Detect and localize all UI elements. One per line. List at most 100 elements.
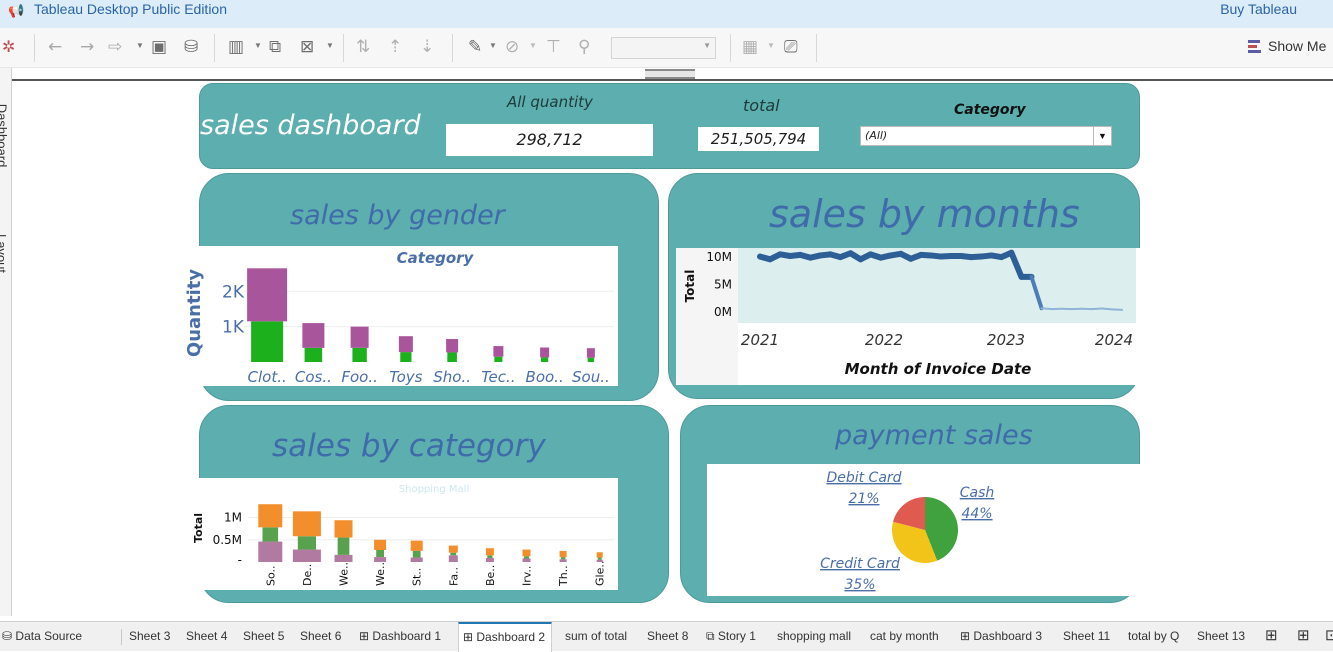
sort-asc-icon[interactable]: ⇡ <box>388 36 402 58</box>
bar-segment <box>523 550 531 557</box>
bar-segment <box>446 339 458 352</box>
duplicate-icon[interactable]: ⧉ <box>269 36 281 58</box>
new-worksheet-tab-icon[interactable]: ⊞ <box>1265 622 1278 652</box>
tab-cat-by-month[interactable]: cat by month <box>870 622 939 652</box>
show-me-button[interactable]: Show Me <box>1248 38 1326 54</box>
bar-segment <box>413 551 421 558</box>
bar-segment <box>302 323 324 348</box>
tab-dashboard-1[interactable]: ⊞ Dashboard 1 <box>359 622 441 652</box>
category-chart: Shopping MallTotal1M0.5M-So..De..We..We.… <box>186 478 618 590</box>
bar-segment <box>449 546 458 553</box>
line-segment <box>1112 309 1122 310</box>
replay-dropdown-icon[interactable]: ▼ <box>136 41 144 50</box>
new-worksheet-dropdown-icon[interactable]: ▼ <box>254 41 262 50</box>
tab-total-by-q[interactable]: total by Q <box>1128 622 1179 652</box>
swap-icon[interactable]: ⇅ <box>356 36 370 58</box>
clear-dropdown-icon[interactable]: ▼ <box>326 41 334 50</box>
toolbar-divider <box>452 34 453 62</box>
show-cards-icon[interactable]: ▦ <box>742 36 758 58</box>
bar-segment <box>305 348 323 362</box>
undo-icon[interactable]: ← <box>48 36 62 58</box>
bar-segment <box>560 551 567 557</box>
quantity-kpi-label: All quantity <box>507 93 593 111</box>
replay-icon[interactable]: ⇨ <box>108 36 122 58</box>
group-dropdown-icon[interactable]: ▼ <box>529 41 537 50</box>
toolbar-divider <box>214 34 215 62</box>
tab-shopping-mall[interactable]: shopping mall <box>777 622 851 652</box>
tab-sheet-5[interactable]: Sheet 5 <box>243 622 284 652</box>
x-tick-label: 2022 <box>865 331 903 349</box>
dashboard-icon: ⊞ <box>960 629 973 643</box>
new-story-tab-icon[interactable]: ⊡ <box>1325 622 1333 652</box>
redo-icon[interactable]: → <box>80 36 94 58</box>
buy-tableau-link[interactable]: Buy Tableau <box>1220 1 1297 17</box>
fit-dropdown[interactable]: ▼ <box>611 37 716 59</box>
bar-segment <box>541 357 548 362</box>
announcement-icon[interactable]: 📢 <box>8 3 24 19</box>
new-datasource-icon[interactable]: ⛁ <box>184 36 198 58</box>
pie-label: Credit Card <box>820 556 900 572</box>
bar-segment <box>376 550 384 557</box>
pie-percent-label: 44% <box>961 506 992 522</box>
line-segment <box>1102 309 1112 310</box>
bar-segment <box>335 520 353 537</box>
category-panel-title: sales by category <box>272 428 546 464</box>
tab-sheet-8[interactable]: Sheet 8 <box>647 622 688 652</box>
clear-sheet-icon[interactable]: ⊠ <box>300 36 314 58</box>
chevron-down-icon[interactable]: ▼ <box>1093 127 1111 145</box>
show-cards-dropdown-icon[interactable]: ▼ <box>767 41 775 50</box>
tab-sheet-6[interactable]: Sheet 6 <box>300 622 341 652</box>
sort-desc-icon[interactable]: ⇣ <box>420 36 434 58</box>
gender-chart: CategoryQuantity2K1KClot..Cos..Foo..Toys… <box>182 246 618 386</box>
save-icon[interactable]: ▣ <box>151 36 167 58</box>
tab-label: shopping mall <box>777 629 851 643</box>
left-side-rail: Dashboard Layout <box>0 68 12 616</box>
tab-sheet-11[interactable]: Sheet 11 <box>1063 622 1110 652</box>
tableau-logo-icon[interactable]: ✲ <box>2 36 15 58</box>
label-icon[interactable]: ⊤ <box>546 36 561 58</box>
bar-segment <box>351 327 369 348</box>
bar-segment <box>258 504 282 527</box>
toolbar-divider <box>34 34 35 62</box>
bar-segment <box>335 555 353 562</box>
tab-dashboard-2[interactable]: ⊞ Dashboard 2 <box>458 622 552 652</box>
new-worksheet-icon[interactable]: ▥ <box>228 36 244 58</box>
x-tick-label: Boo.. <box>526 368 564 386</box>
line-segment <box>1042 308 1052 309</box>
tab-sum-of-total[interactable]: sum of total <box>565 622 627 652</box>
plot-background <box>738 248 1136 323</box>
bar-segment <box>263 527 279 541</box>
resize-grip[interactable] <box>645 69 695 79</box>
new-dashboard-tab-icon[interactable]: ⊞ <box>1297 622 1310 652</box>
datasource-icon: ⛁ <box>2 629 12 643</box>
tab-sheet-4[interactable]: Sheet 4 <box>186 622 227 652</box>
bar-segment <box>447 352 457 362</box>
months-chart-area: Total10M5M0M2021202220232024Month of Inv… <box>676 248 1140 385</box>
bar-segment <box>540 348 549 358</box>
months-chart: Total10M5M0M2021202220232024Month of Inv… <box>676 248 1140 385</box>
tab-sheet-13[interactable]: Sheet 13 <box>1197 622 1245 652</box>
chart-watermark: Shopping Mall <box>399 484 469 495</box>
x-tick-label: De.. <box>301 564 314 586</box>
rail-tab-layout[interactable]: Layout <box>0 234 9 273</box>
tab-dashboard-3[interactable]: ⊞ Dashboard 3 <box>960 622 1042 652</box>
bar-segment <box>597 552 603 557</box>
group-icon[interactable]: ⊘ <box>505 36 519 58</box>
bar-segment <box>247 268 287 321</box>
pin-icon[interactable]: ⚲ <box>578 36 590 58</box>
gender-chart-area: CategoryQuantity2K1KClot..Cos..Foo..Toys… <box>182 246 618 386</box>
bar-segment <box>411 541 423 551</box>
highlight-dropdown-icon[interactable]: ▼ <box>489 41 497 50</box>
tab-story-1[interactable]: ⧉ Story 1 <box>706 622 756 652</box>
months-panel-title: sales by months <box>769 192 1080 236</box>
data-source-tab[interactable]: ⛁ Data Source <box>2 622 82 652</box>
tab-sheet-3[interactable]: Sheet 3 <box>129 622 170 652</box>
category-filter-dropdown[interactable]: (All) ▼ <box>860 126 1112 146</box>
presentation-icon[interactable]: ⎚ <box>784 36 798 58</box>
title-bar: 📢 Tableau Desktop Public Edition Buy Tab… <box>0 0 1333 28</box>
x-tick-label: 2021 <box>741 331 779 349</box>
tab-label: Sheet 4 <box>186 629 227 643</box>
rail-tab-dashboard[interactable]: Dashboard <box>0 104 9 168</box>
chevron-down-icon: ▼ <box>703 41 711 50</box>
highlight-icon[interactable]: ✎ <box>468 36 482 58</box>
